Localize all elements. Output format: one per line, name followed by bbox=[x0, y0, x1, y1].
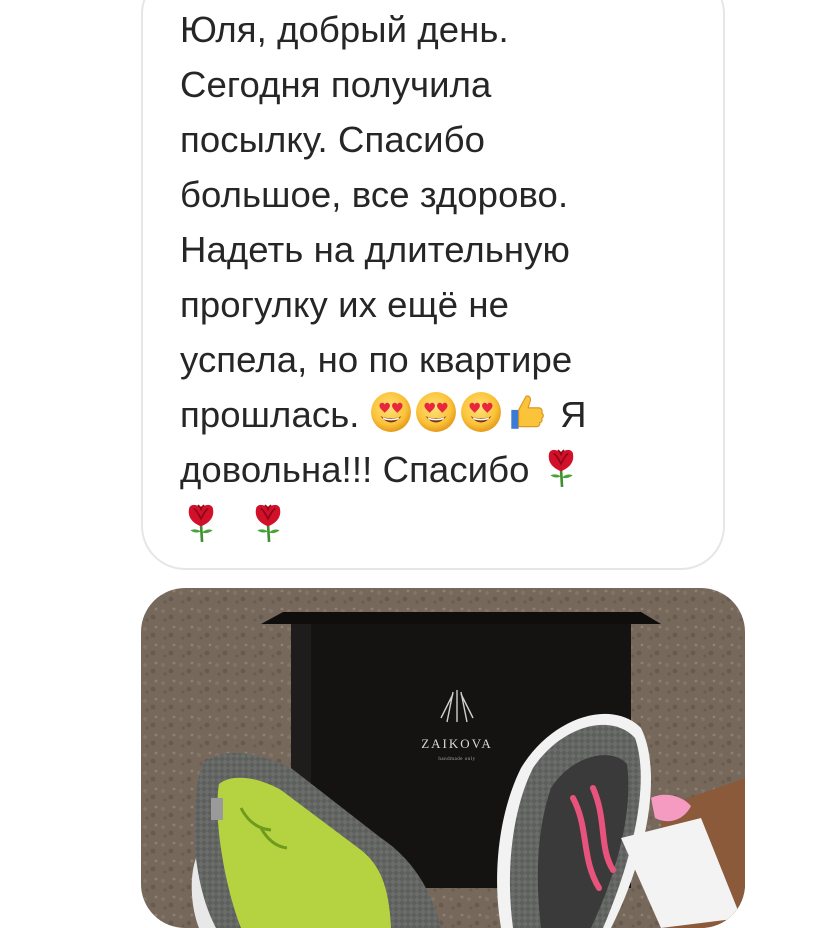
message-text: Юля, добрый день. Сегодня получила посыл… bbox=[180, 2, 680, 552]
message-line: прогулку их ещё не bbox=[180, 284, 509, 325]
message-line: большое, все здорово. bbox=[180, 174, 569, 215]
message-line: Сегодня получила bbox=[180, 64, 492, 105]
rose-emoji-icon bbox=[180, 501, 222, 543]
message-line: Юля, добрый день. bbox=[180, 9, 509, 50]
photo-message[interactable]: ZAIKOVA handmade only bbox=[141, 588, 745, 928]
message-line-text: довольна!!! Спасибо bbox=[180, 449, 530, 490]
message-line-emojis bbox=[180, 497, 680, 552]
shoes-photo: ZAIKOVA handmade only bbox=[141, 588, 745, 928]
brand-tagline: handmade only bbox=[438, 757, 475, 762]
heart-eyes-emoji-icon bbox=[460, 391, 502, 433]
brand-name: ZAIKOVA bbox=[421, 736, 493, 751]
message-line-with-emojis: довольна!!! Спасибо bbox=[180, 442, 680, 497]
heart-eyes-emoji-icon bbox=[370, 391, 412, 433]
thumbs-up-emoji-icon bbox=[505, 391, 547, 433]
rose-emoji-icon bbox=[540, 446, 582, 488]
rose-emoji-icon bbox=[247, 501, 289, 543]
message-line: успела, но по квартире bbox=[180, 339, 573, 380]
message-line: посылку. Спасибо bbox=[180, 119, 485, 160]
message-line-with-emojis: прошлась. Я bbox=[180, 387, 680, 442]
message-line: Надеть на длительную bbox=[180, 229, 570, 270]
message-line-text: Я bbox=[560, 394, 587, 435]
heart-eyes-emoji-icon bbox=[415, 391, 457, 433]
message-line-text: прошлась. bbox=[180, 394, 360, 435]
box-lid-edge bbox=[261, 612, 661, 624]
